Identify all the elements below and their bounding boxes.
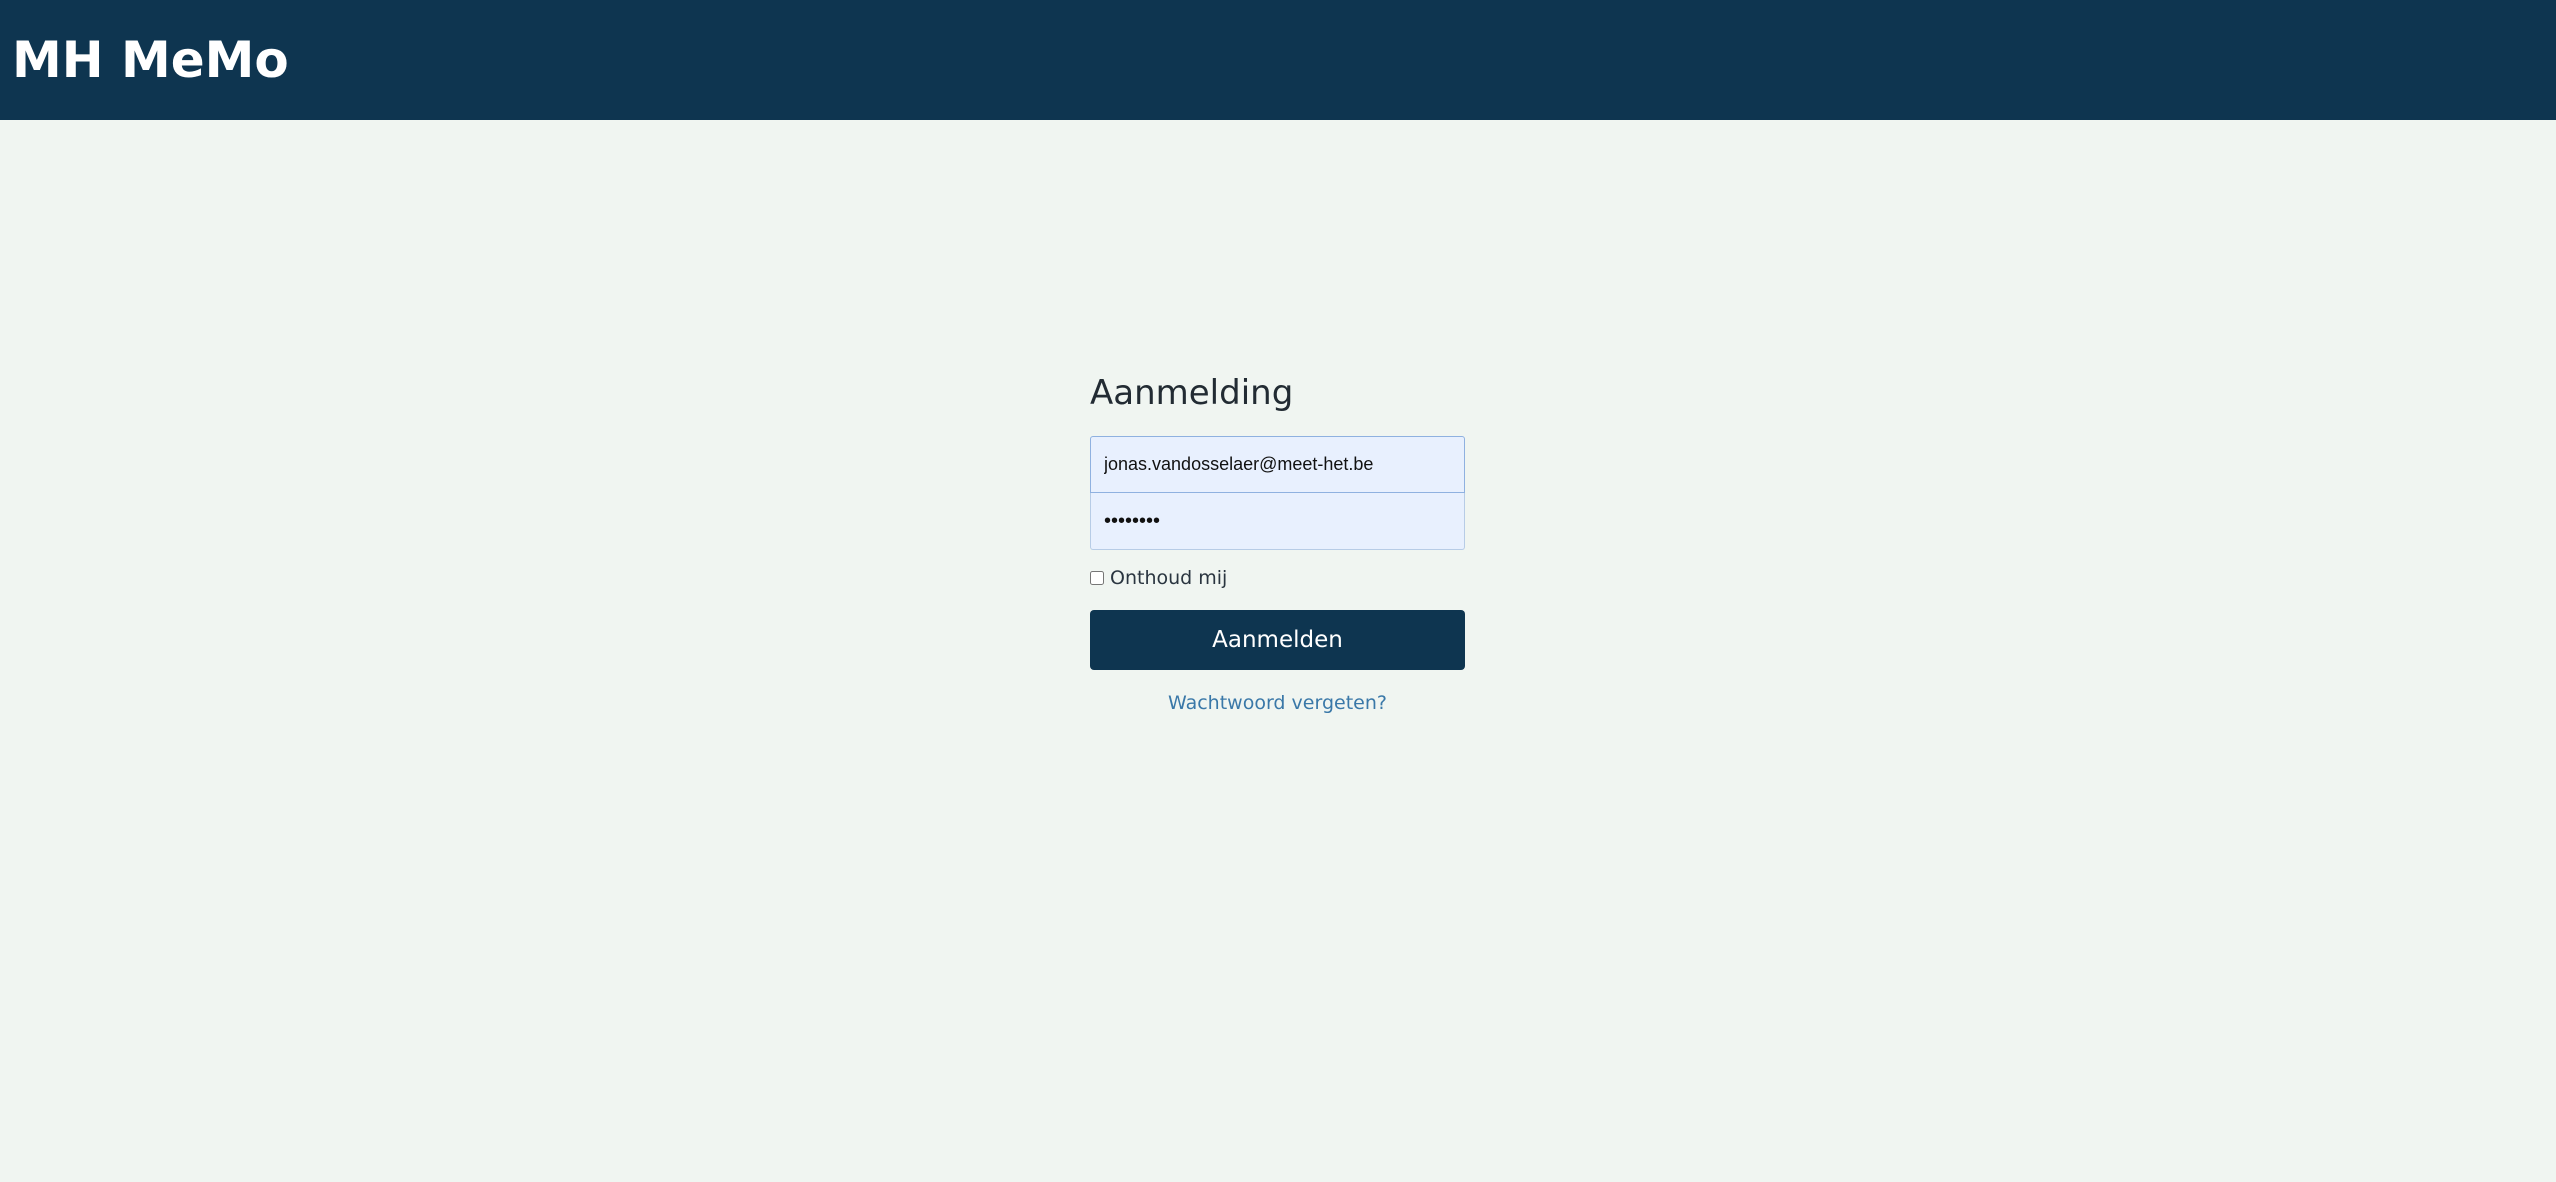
top-navbar: MH MeMo [0,0,2556,120]
login-title: Aanmelding [1090,373,1294,413]
app-brand[interactable]: MH MeMo [12,28,289,92]
email-field[interactable] [1090,436,1465,493]
login-form: Aanmelding Onthoud mij Aanmelden Wachtwo… [1090,370,1465,714]
forgot-password-link[interactable]: Wachtwoord vergeten? [1090,692,1465,714]
remember-me-checkbox[interactable] [1090,571,1104,585]
remember-me-row: Onthoud mij [1090,566,1465,590]
password-field[interactable] [1090,493,1465,550]
credentials-group [1090,436,1465,550]
login-button[interactable]: Aanmelden [1090,610,1465,670]
remember-me-label[interactable]: Onthoud mij [1110,567,1227,589]
